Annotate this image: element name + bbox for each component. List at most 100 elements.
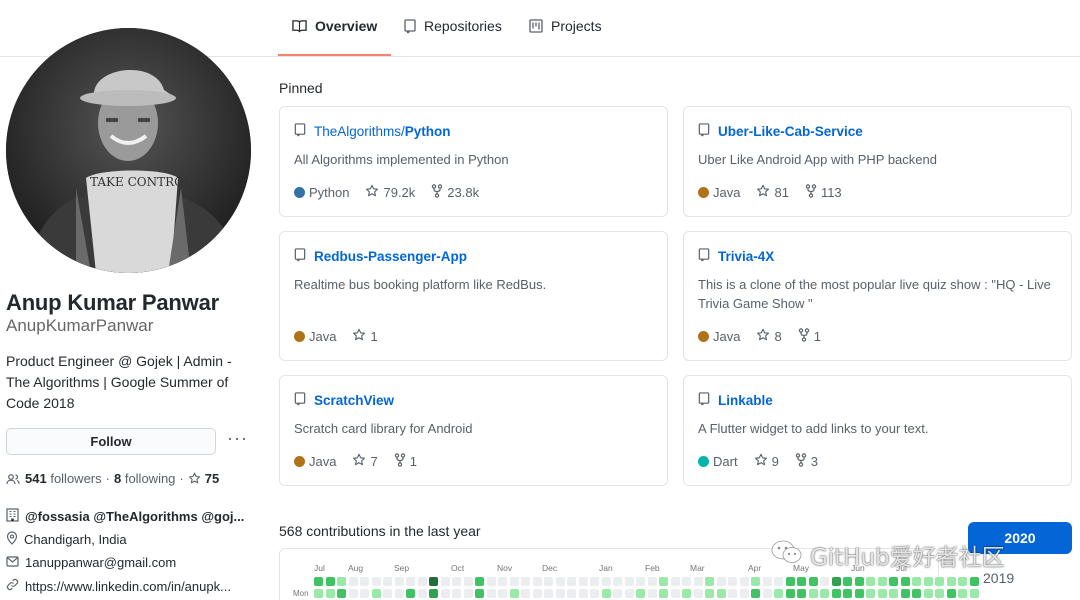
contribution-day[interactable] <box>716 589 726 598</box>
contribution-day[interactable] <box>647 589 657 598</box>
avatar[interactable]: TAKE CONTROL <box>6 28 251 273</box>
profile-email[interactable]: 1anuppanwar@gmail.com <box>6 555 251 570</box>
contribution-day[interactable] <box>417 577 427 586</box>
contribution-day[interactable] <box>659 589 668 598</box>
contribution-day[interactable] <box>337 589 346 598</box>
contribution-day[interactable] <box>590 577 599 586</box>
contribution-day[interactable] <box>452 577 461 586</box>
contribution-day[interactable] <box>958 577 967 586</box>
contribution-day[interactable] <box>912 589 921 598</box>
contribution-day[interactable] <box>406 589 415 598</box>
contribution-day[interactable] <box>498 577 507 586</box>
contribution-day[interactable] <box>348 577 358 586</box>
contribution-day[interactable] <box>958 589 967 598</box>
contribution-day[interactable] <box>624 589 634 598</box>
contribution-day[interactable] <box>820 577 829 586</box>
contribution-day[interactable] <box>383 577 392 586</box>
repo-stars[interactable]: 1 <box>352 328 378 345</box>
contribution-day[interactable] <box>923 589 933 598</box>
repo-stars[interactable]: 8 <box>756 328 782 345</box>
contribution-day[interactable] <box>636 589 645 598</box>
contribution-day[interactable] <box>900 577 910 586</box>
more-options-button[interactable]: ··· <box>227 429 248 447</box>
contribution-day[interactable] <box>739 589 749 598</box>
contribution-day[interactable] <box>360 589 369 598</box>
contribution-day[interactable] <box>946 577 956 586</box>
contribution-day[interactable] <box>866 577 875 586</box>
contribution-day[interactable] <box>314 577 323 586</box>
contribution-day[interactable] <box>555 577 565 586</box>
contribution-day[interactable] <box>728 589 737 598</box>
contribution-day[interactable] <box>578 589 588 598</box>
repo-link[interactable]: Trivia-4X <box>698 248 774 265</box>
contribution-day[interactable] <box>567 577 576 586</box>
contribution-day[interactable] <box>797 589 806 598</box>
contribution-day[interactable] <box>854 589 864 598</box>
repo-link[interactable]: ScratchView <box>294 392 394 409</box>
contribution-day[interactable] <box>705 589 714 598</box>
contribution-day[interactable] <box>969 577 979 586</box>
contribution-day[interactable] <box>866 589 875 598</box>
contribution-day[interactable] <box>601 577 611 586</box>
contribution-day[interactable] <box>314 589 323 598</box>
contribution-day[interactable] <box>521 589 530 598</box>
contribution-day[interactable] <box>854 577 864 586</box>
repo-stars[interactable]: 7 <box>352 453 378 470</box>
contribution-day[interactable] <box>325 577 335 586</box>
repo-link[interactable]: TheAlgorithms/Python <box>294 123 451 140</box>
contribution-day[interactable] <box>475 589 484 598</box>
contribution-day[interactable] <box>636 577 645 586</box>
repo-forks[interactable]: 3 <box>795 453 818 470</box>
contribution-day[interactable] <box>682 577 691 586</box>
contribution-day[interactable] <box>762 589 772 598</box>
contribution-day[interactable] <box>498 589 507 598</box>
repo-link[interactable]: Redbus-Passenger-App <box>294 248 467 265</box>
contribution-day[interactable] <box>486 589 496 598</box>
contribution-day[interactable] <box>429 577 438 586</box>
contribution-day[interactable] <box>371 577 381 586</box>
contribution-day[interactable] <box>406 577 415 586</box>
contribution-day[interactable] <box>889 589 898 598</box>
repo-forks[interactable]: 1 <box>798 328 821 345</box>
contribution-day[interactable] <box>820 589 829 598</box>
contribution-day[interactable] <box>613 589 622 598</box>
contribution-day[interactable] <box>831 577 841 586</box>
contribution-day[interactable] <box>509 577 519 586</box>
contribution-day[interactable] <box>659 577 668 586</box>
contribution-day[interactable] <box>532 577 542 586</box>
contribution-day[interactable] <box>532 589 542 598</box>
following-link[interactable]: 8 following <box>114 471 175 486</box>
follow-button[interactable]: Follow <box>6 428 216 455</box>
contribution-day[interactable] <box>889 577 898 586</box>
contribution-day[interactable] <box>555 589 565 598</box>
contribution-day[interactable] <box>877 577 887 586</box>
repo-stars[interactable]: 79.2k <box>365 184 415 201</box>
contribution-day[interactable] <box>785 589 795 598</box>
contribution-day[interactable] <box>808 589 818 598</box>
contribution-day[interactable] <box>693 577 703 586</box>
contribution-day[interactable] <box>394 577 404 586</box>
contribution-day[interactable] <box>705 577 714 586</box>
contribution-day[interactable] <box>567 589 576 598</box>
contribution-day[interactable] <box>774 577 783 586</box>
contribution-day[interactable] <box>843 589 852 598</box>
contribution-day[interactable] <box>601 589 611 598</box>
contribution-day[interactable] <box>831 589 841 598</box>
repo-link[interactable]: Uber-Like-Cab-Service <box>698 123 863 140</box>
contribution-day[interactable] <box>912 577 921 586</box>
contribution-day[interactable] <box>670 589 680 598</box>
contribution-day[interactable] <box>325 589 335 598</box>
contribution-day[interactable] <box>440 589 450 598</box>
contribution-day[interactable] <box>360 577 369 586</box>
profile-website[interactable]: https://www.linkedin.com/in/anupk... <box>6 578 251 594</box>
contribution-day[interactable] <box>417 589 427 598</box>
contribution-day[interactable] <box>946 589 956 598</box>
contribution-day[interactable] <box>613 577 622 586</box>
contribution-day[interactable] <box>797 577 806 586</box>
contribution-day[interactable] <box>452 589 461 598</box>
repo-stars[interactable]: 9 <box>754 453 779 470</box>
contribution-day[interactable] <box>624 577 634 586</box>
repo-forks[interactable]: 113 <box>805 184 842 201</box>
contribution-day[interactable] <box>785 577 795 586</box>
stars-link[interactable]: 75 <box>188 471 219 486</box>
